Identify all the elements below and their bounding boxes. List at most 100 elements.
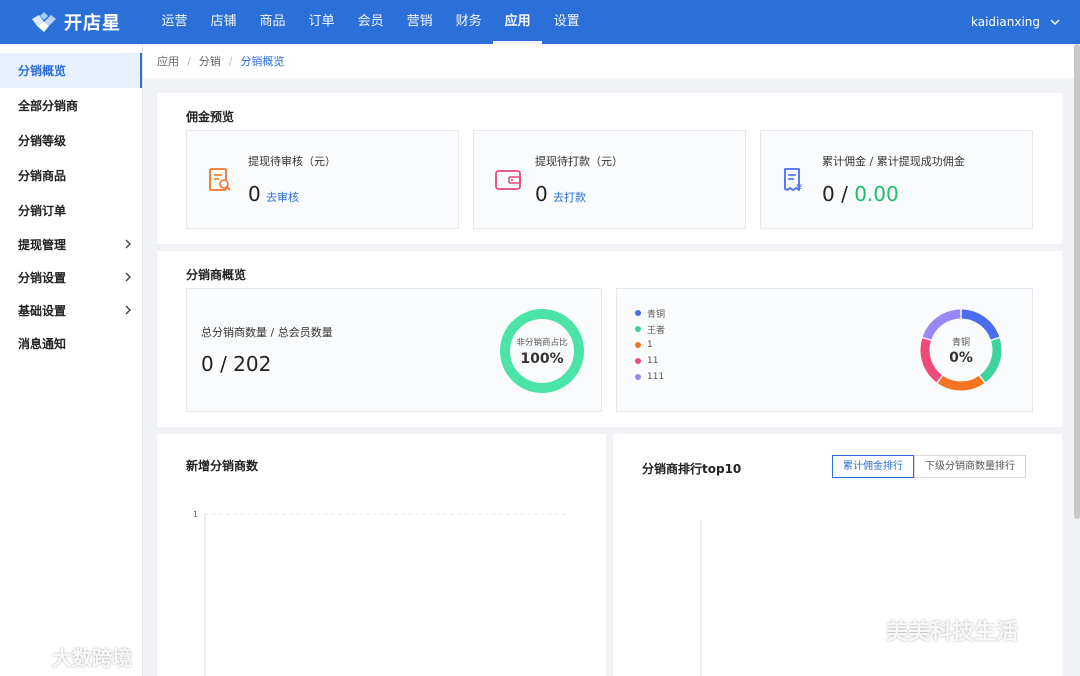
new-distributors-panel: 新增分销商数 1	[157, 434, 606, 676]
legend-swatch	[635, 326, 641, 332]
logo-mark-icon	[30, 11, 58, 33]
audit-document-icon	[207, 167, 233, 193]
ring-value: 100%	[520, 351, 563, 367]
sidebar-item-label: 全部分销商	[18, 99, 79, 113]
sidebar-item[interactable]: 分销商品	[0, 158, 142, 193]
distributor-count-value: 0 / 202	[201, 352, 272, 376]
level-distribution-card: 青铜 王者 1 11 111 青铜 0%	[616, 288, 1033, 412]
distributor-overview-panel: 分销商概览 总分销商数量 / 总会员数量 0 / 202 非分销商占比 100%…	[157, 251, 1062, 427]
sidebar: 分销概览全部分销商分销等级分销商品分销订单提现管理分销设置基础设置消息通知	[0, 44, 143, 676]
legend-swatch	[635, 342, 641, 348]
app-name: 开店星	[64, 13, 121, 34]
top-navbar: 开店星 运营 店铺 商品 订单 会员 营销 财务 应用 设置 kaidianxing	[0, 0, 1080, 44]
donut-value: 0%	[949, 350, 973, 366]
new-distributors-chart: 1	[193, 510, 567, 676]
sidebar-item[interactable]: 提现管理	[0, 228, 142, 261]
total-commission-amount: 0	[822, 182, 835, 206]
distributor-count-card: 总分销商数量 / 总会员数量 0 / 202 非分销商占比 100%	[186, 288, 602, 412]
nav-item[interactable]: 应用	[493, 0, 543, 44]
legend-label: 王者	[647, 325, 666, 336]
nav-item[interactable]: 运营	[150, 0, 199, 44]
total-commission-label: 累计佣金 / 累计提现成功佣金	[822, 155, 965, 168]
sidebar-item[interactable]: 分销等级	[0, 123, 142, 158]
legend-item[interactable]: 1	[635, 337, 665, 353]
legend-item[interactable]: 11	[635, 353, 665, 369]
distributor-overview-title: 分销商概览	[186, 268, 247, 282]
non-distributor-ring-chart: 非分销商占比 100%	[500, 309, 584, 393]
distributor-count-label: 总分销商数量 / 总会员数量	[201, 326, 333, 339]
donut-segment[interactable]	[979, 338, 1002, 383]
go-payout-link[interactable]: 去打款	[553, 189, 586, 205]
sidebar-item-label: 分销概览	[18, 64, 67, 78]
watermark-left: 大数跨境	[52, 646, 132, 670]
pending-audit-card: 提现待审核（元） 0 去审核	[186, 130, 459, 229]
nav-item[interactable]: 店铺	[199, 0, 248, 44]
sidebar-item-label: 分销订单	[18, 204, 67, 218]
sidebar-item[interactable]: 分销概览	[0, 53, 142, 88]
level-legend: 青铜 王者 1 11 111	[635, 305, 665, 385]
withdrawn-commission-amount: 0.00	[854, 182, 899, 206]
sidebar-item-label: 分销设置	[18, 271, 67, 285]
sidebar-item-label: 分销等级	[18, 134, 67, 148]
y-tick-label: 1	[193, 510, 198, 519]
sidebar-item[interactable]: 分销订单	[0, 193, 142, 228]
sidebar-item[interactable]: 基础设置	[0, 294, 142, 327]
logo[interactable]: 开店星	[0, 9, 150, 35]
total-commission-value: 0 / 0.00	[822, 182, 899, 206]
breadcrumb-current: 分销概览	[240, 55, 285, 68]
ring-label: 非分销商占比	[516, 337, 567, 348]
receipt-yuan-icon: ¥	[781, 167, 807, 194]
sidebar-item[interactable]: 分销设置	[0, 261, 142, 294]
page-scrollbar[interactable]	[1074, 44, 1080, 519]
sidebar-item-label: 消息通知	[18, 337, 67, 351]
value-separator: /	[841, 182, 848, 206]
donut-segment[interactable]	[961, 309, 1000, 340]
donut-label: 青铜	[952, 336, 970, 348]
legend-item[interactable]: 青铜	[635, 305, 665, 321]
pending-payout-label: 提现待打款（元）	[535, 155, 623, 168]
legend-item[interactable]: 王者	[635, 321, 665, 337]
breadcrumb-item[interactable]: 分销	[199, 53, 221, 69]
go-audit-link[interactable]: 去审核	[266, 189, 299, 205]
pending-payout-value: 0	[535, 182, 548, 206]
nav-item[interactable]: 订单	[297, 0, 346, 44]
breadcrumb-item[interactable]: 应用	[157, 53, 179, 69]
nav-item[interactable]: 商品	[248, 0, 297, 44]
legend-swatch	[635, 310, 641, 316]
user-menu[interactable]: kaidianxing	[971, 15, 1080, 29]
legend-label: 11	[647, 356, 659, 366]
nav-item[interactable]: 设置	[542, 0, 591, 44]
breadcrumb: 应用 / 分销 / 分销概览	[143, 44, 1080, 79]
pending-audit-value: 0	[248, 182, 261, 206]
nav-item[interactable]: 财务	[444, 0, 493, 44]
total-commission-card: ¥ 累计佣金 / 累计提现成功佣金 0 / 0.00	[760, 130, 1033, 229]
sidebar-item[interactable]: 全部分销商	[0, 88, 142, 123]
wallet-icon	[494, 167, 521, 193]
username: kaidianxing	[971, 15, 1040, 29]
watermark-right: 美美科技生活	[886, 620, 1019, 645]
donut-segment[interactable]	[922, 309, 961, 340]
sidebar-item-label: 提现管理	[18, 238, 67, 252]
legend-label: 111	[647, 372, 665, 382]
svg-text:¥: ¥	[796, 183, 802, 193]
chevron-down-icon	[1050, 17, 1060, 28]
legend-label: 青铜	[647, 309, 666, 320]
donut-segment[interactable]	[937, 375, 985, 391]
donut-segment[interactable]	[920, 338, 943, 383]
sidebar-item-label: 基础设置	[18, 304, 67, 318]
sidebar-item-label: 分销商品	[18, 169, 67, 183]
chevron-right-icon	[125, 304, 132, 318]
level-donut-chart: 青铜 0%	[920, 309, 1002, 391]
chevron-right-icon	[125, 271, 132, 285]
legend-label: 1	[647, 340, 653, 350]
pending-audit-label: 提现待审核（元）	[248, 155, 336, 168]
legend-swatch	[635, 374, 641, 380]
chevron-right-icon	[125, 238, 132, 252]
pending-payout-card: 提现待打款（元） 0 去打款	[473, 130, 746, 229]
nav-item[interactable]: 会员	[346, 0, 395, 44]
nav-item[interactable]: 营销	[395, 0, 444, 44]
commission-panel: 佣金预览 提现待审核（元） 0 去审核 提现待打款（元） 0 去打款 ¥ 累计佣…	[157, 93, 1062, 244]
sidebar-item[interactable]: 消息通知	[0, 327, 142, 360]
commission-title: 佣金预览	[186, 110, 235, 124]
legend-item[interactable]: 111	[635, 369, 665, 385]
